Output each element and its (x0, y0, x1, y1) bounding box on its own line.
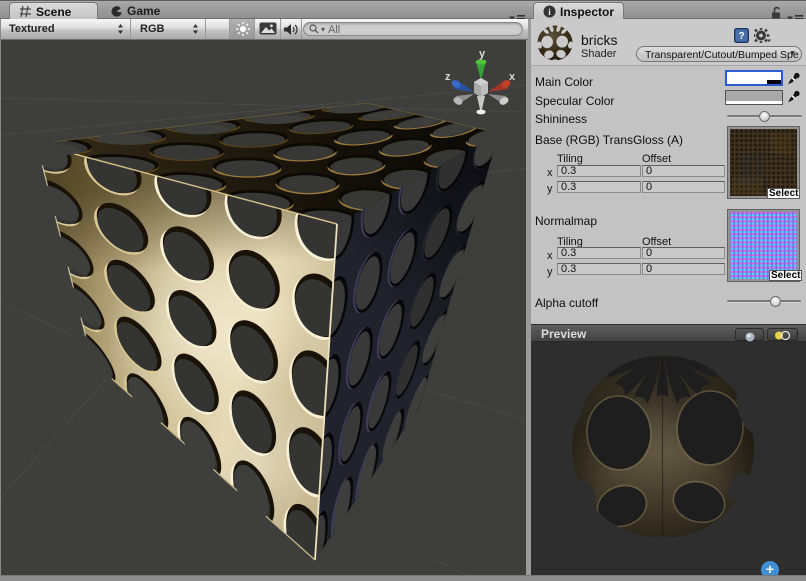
svg-text:x: x (509, 71, 516, 83)
svg-text:y: y (479, 48, 486, 60)
svg-text:?: ? (738, 31, 744, 42)
svg-text:z: z (445, 71, 451, 83)
